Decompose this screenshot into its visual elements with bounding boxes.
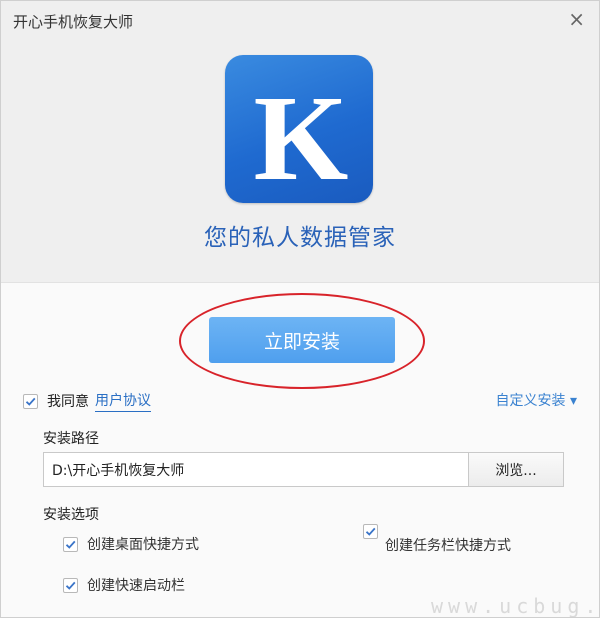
taskbar-shortcut-checkbox[interactable] <box>363 524 378 539</box>
user-agreement-link[interactable]: 用户协议 <box>95 390 151 412</box>
install-options-label: 安装选项 <box>43 507 99 523</box>
desktop-shortcut-label: 创建桌面快捷方式 <box>87 537 199 553</box>
check-icon <box>65 540 76 549</box>
custom-install-toggle[interactable]: 自定义安装 ▾ <box>496 390 577 410</box>
install-path-label: 安装路径 <box>43 431 99 447</box>
check-icon <box>365 527 376 536</box>
close-icon[interactable]: × <box>568 7 585 31</box>
window-title: 开心手机恢复大师 <box>13 13 134 31</box>
k-letter-icon: K <box>254 71 349 203</box>
check-icon <box>65 581 76 590</box>
watermark-text: www.ucbug.cc <box>431 594 600 618</box>
desktop-shortcut-checkbox[interactable] <box>63 536 78 552</box>
slogan: 您的私人数据管家 <box>204 225 396 251</box>
agree-label: 我同意 <box>47 394 89 410</box>
installer-window: 开心手机恢复大师 × K 您的私人数据管家 立即安装 我同意 用户协议 自定义安… <box>0 0 600 618</box>
header-area: 开心手机恢复大师 × K 您的私人数据管家 <box>1 1 599 283</box>
option-taskbar-shortcut: 创建任务栏快捷方式 <box>363 524 511 555</box>
option-quick-launch: 创建快速启动栏 <box>63 575 185 595</box>
agree-checkbox[interactable] <box>23 393 38 409</box>
option-desktop-shortcut: 创建桌面快捷方式 <box>63 534 199 554</box>
taskbar-shortcut-label: 创建任务栏快捷方式 <box>385 538 511 554</box>
install-path-input[interactable] <box>43 452 469 487</box>
agreement-row: 我同意 用户协议 <box>23 390 151 412</box>
install-now-button[interactable]: 立即安装 <box>209 317 395 363</box>
check-icon <box>25 397 36 406</box>
quick-launch-checkbox[interactable] <box>63 577 78 593</box>
install-highlight-area: 立即安装 <box>179 293 425 389</box>
browse-button[interactable]: 浏览... <box>468 452 564 487</box>
quick-launch-label: 创建快速启动栏 <box>87 578 185 594</box>
app-logo: K <box>225 55 373 203</box>
logo-letter: K <box>254 71 349 203</box>
